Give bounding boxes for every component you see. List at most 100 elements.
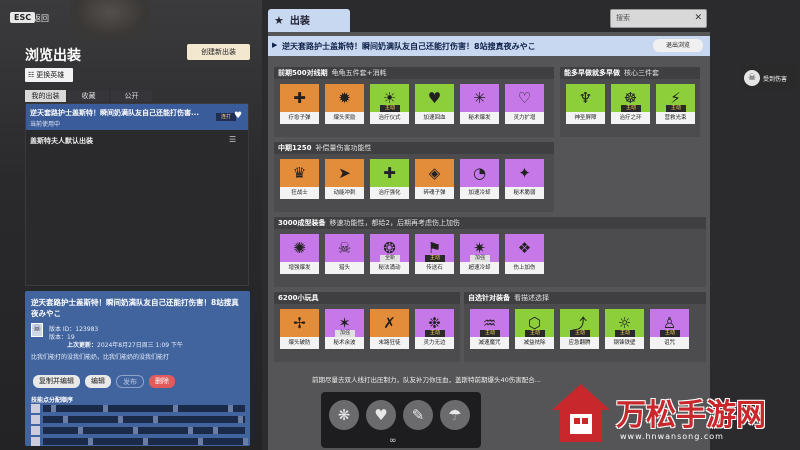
delete-button[interactable]: 删除 (149, 375, 175, 388)
section-title-text: 自选针对装备 (468, 294, 510, 302)
item-name: 猎头 (325, 262, 364, 274)
burst-icon: ✳ (460, 84, 499, 112)
item-card[interactable]: ✢ 爆头破防 (280, 309, 319, 349)
item-glyph: ♡ (517, 89, 532, 107)
item-glyph: ☠ (337, 239, 352, 257)
favorite-heart-icon[interactable]: ♥ (234, 111, 242, 121)
create-build-button[interactable]: 创建新出装 (187, 44, 250, 60)
item-card[interactable]: ❉ 主动 灵力无边 (415, 309, 454, 349)
menu-icon[interactable]: ☰ (229, 135, 236, 144)
close-icon[interactable]: ✕ (694, 10, 702, 27)
item-card[interactable]: ✚ 治疗强化 (370, 159, 409, 199)
damage-taken-button[interactable]: ☠ 受到伤害 (741, 65, 797, 91)
item-card[interactable]: ♙ 主动 诅咒 (650, 309, 689, 349)
cleanse-icon: ⬡ 主动 (515, 309, 554, 337)
item-name: 秘术脆弱 (505, 187, 544, 199)
tab-favorites[interactable]: 收藏 (68, 90, 109, 102)
item-tag: 主动 (660, 330, 680, 337)
ability-4-icon[interactable]: ☂ (440, 400, 470, 430)
item-card[interactable]: ◔ 加速冷却 (460, 159, 499, 199)
cooldown-icon: ◔ (460, 159, 499, 187)
item-card[interactable]: ☀ 主动 治疗仪式 (370, 84, 409, 124)
back-link[interactable]: 返回 (33, 13, 49, 24)
item-name: 减速魔咒 (470, 337, 509, 349)
skill-track (43, 437, 248, 445)
item-card[interactable]: ⤴ 主动 应急翻腾 (560, 309, 599, 349)
item-card[interactable]: ♆ 神圣屏障 (566, 84, 605, 124)
copy-edit-button[interactable]: 复制并编辑 (33, 375, 80, 388)
item-card[interactable]: ❂ 全新 秘法涌动 (370, 234, 409, 274)
item-card[interactable]: ♡ 灵力扩增 (505, 84, 544, 124)
item-name: 加速回血 (415, 112, 454, 124)
tab-build[interactable]: ★ 出装 (268, 9, 350, 32)
item-name: 神圣屏障 (566, 112, 605, 124)
default-build-row[interactable]: 盖斯特夫人默认出装 (30, 136, 93, 146)
item-card[interactable]: ☠ 猎头 (325, 234, 364, 274)
item-glyph: ❖ (517, 239, 532, 257)
ability-1-icon[interactable]: ❋ (329, 400, 359, 430)
item-card[interactable]: ☸ 主动 治疗之环 (611, 84, 650, 124)
last-updated-label: 上次更新： (67, 342, 98, 349)
item-name: 碎魂子弹 (415, 187, 454, 199)
section-subtitle: 核心三件套 (624, 69, 659, 77)
exit-browse-button[interactable]: 退出浏览 (653, 39, 703, 52)
item-card[interactable]: ♥ 加速回血 (415, 84, 454, 124)
change-hero-button[interactable]: ☷ 更换英雄 (25, 68, 73, 82)
item-tag: 加强 (470, 255, 490, 262)
item-tag: 主动 (570, 330, 590, 337)
tab-my-builds[interactable]: 我的出装 (25, 90, 66, 102)
item-card[interactable]: ✺ 增强爆发 (280, 234, 319, 274)
item-card[interactable]: ❖ 伤上加伤 (505, 234, 544, 274)
item-name: 应急翻腾 (560, 337, 599, 349)
item-glyph: ♥ (427, 89, 442, 107)
esc-key[interactable]: ESC (10, 12, 36, 23)
item-glyph: ✗ (383, 314, 396, 332)
item-card[interactable]: ✹ 爆头奖励 (325, 84, 364, 124)
skill-icon (31, 403, 40, 413)
item-name: 秘术余波 (325, 337, 364, 349)
section-title: 中期1250 补偿量伤害功能性 (274, 142, 554, 154)
item-card[interactable]: ☼ 主动 钢锋铁壁 (605, 309, 644, 349)
item-glyph: ✢ (293, 314, 306, 332)
item-card[interactable]: ✗ 末路狂徒 (370, 309, 409, 349)
vulnerable-icon: ✦ (505, 159, 544, 187)
item-card[interactable]: ✶ 加强 秘术余波 (325, 309, 364, 349)
surge-icon: ❂ 全新 (370, 234, 409, 262)
berserker-icon: ♛ (280, 159, 319, 187)
item-glyph: ♛ (292, 164, 307, 182)
link-icon: ∞ (389, 436, 397, 446)
ability-2-icon[interactable]: ♥ (366, 400, 396, 430)
edit-button[interactable]: 编辑 (85, 375, 111, 388)
item-name: 治疗之环 (611, 112, 650, 124)
item-row: ✢ 爆头破防 ✶ 加强 秘术余波 ✗ 末路狂徒 ❉ 主动 灵力无边 (280, 309, 454, 349)
item-tag: 主动 (666, 105, 686, 112)
item-card[interactable]: ➤ 动能冲刺 (325, 159, 364, 199)
item-card[interactable]: ✳ 秘术爆发 (460, 84, 499, 124)
item-card[interactable]: ⚑ 主动 传送石 (415, 234, 454, 274)
search-input[interactable]: 搜索 ✕ (610, 9, 707, 28)
grid-icon: ☷ (28, 71, 35, 79)
tumble-icon: ⤴ 主动 (560, 309, 599, 337)
item-card[interactable]: ♛ 狂战士 (280, 159, 319, 199)
amplify-icon: ❖ (505, 234, 544, 262)
item-card[interactable]: ✷ 加强 超速冷却 (460, 234, 499, 274)
skill-icon (31, 414, 40, 424)
tab-public[interactable]: 公开 (111, 90, 152, 102)
item-card[interactable]: ✦ 秘术脆弱 (505, 159, 544, 199)
publish-button[interactable]: 发布 (116, 375, 144, 388)
selected-build-row[interactable]: 逆天套路护士盖斯特！瞬间奶满队友自己还能打伤害... 当前使用中 连打 ♥ (26, 104, 248, 130)
build-detail-card: 逆天套路护士盖斯特！瞬间奶满队友自己还能打伤害！8站搜真夜みやこ 版本 ID：1… (25, 291, 250, 446)
item-card[interactable]: ◈ 碎魂子弹 (415, 159, 454, 199)
item-card[interactable]: ✚ 疗愈子弹 (280, 84, 319, 124)
build-tabs: 我的出装 收藏 公开 (25, 90, 152, 102)
item-card[interactable]: ⚡ 主动 营救光束 (656, 84, 695, 124)
item-card[interactable]: ♒ 主动 减速魔咒 (470, 309, 509, 349)
search-placeholder: 搜索 (616, 14, 630, 22)
item-card[interactable]: ⬡ 主动 减益祛除 (515, 309, 554, 349)
item-tag: 主动 (425, 330, 445, 337)
skill-icon (31, 436, 40, 446)
skill-track (43, 415, 245, 423)
item-tag: 主动 (621, 105, 641, 112)
teleport-icon: ⚑ 主动 (415, 234, 454, 262)
ability-3-icon[interactable]: ✎ (403, 400, 433, 430)
